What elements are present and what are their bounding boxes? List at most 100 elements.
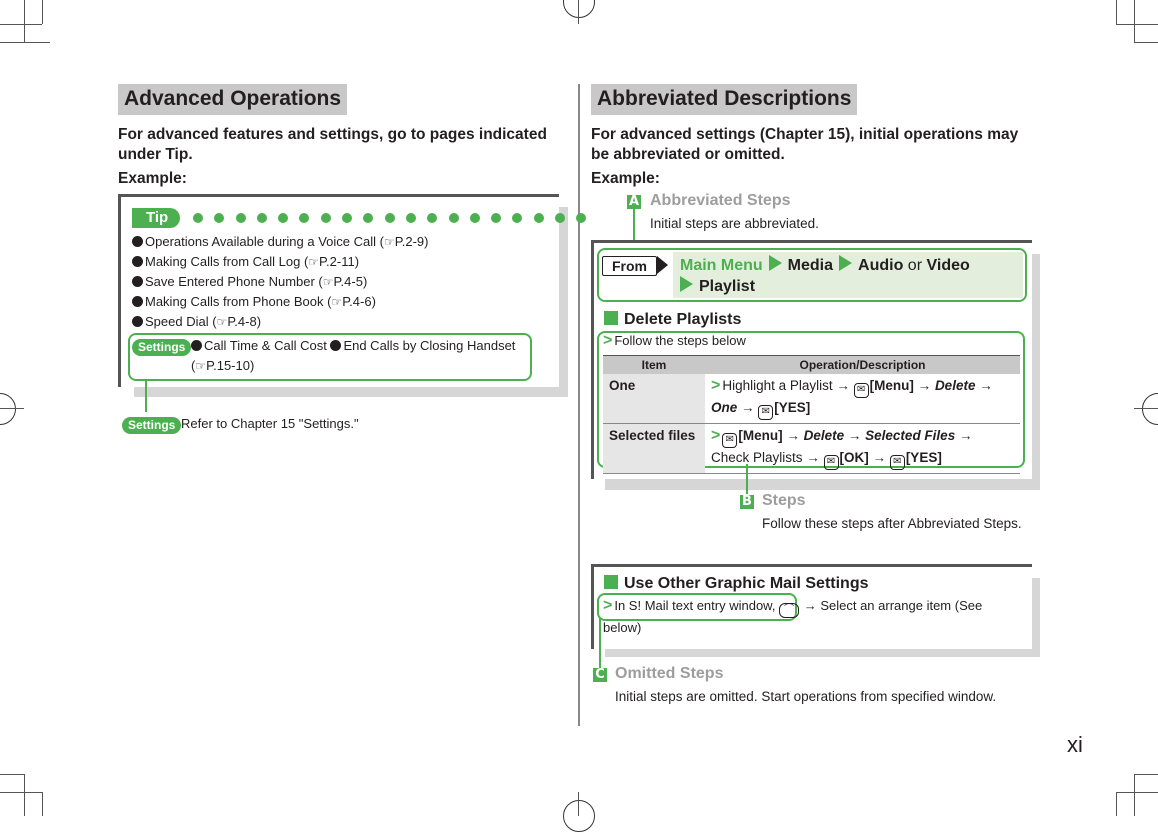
step-chevron-icon: > — [603, 597, 613, 614]
tip-item[interactable]: Operations Available during a Voice Call… — [132, 232, 552, 252]
pointing-hand-icon: ☞ — [308, 255, 320, 269]
settings-page-ref[interactable]: P.15-10 — [206, 358, 250, 373]
path-arrow-icon — [680, 276, 693, 292]
step-chevron-icon: > — [711, 377, 721, 394]
delete-playlists-heading: Delete Playlists — [604, 311, 741, 329]
settings-item[interactable]: Call Time & Call Cost — [204, 338, 327, 353]
tip-item[interactable]: Speed Dial (☞P.4-8) — [132, 312, 552, 332]
callout-b-title: Steps — [762, 492, 806, 509]
page-number: xi — [1067, 732, 1083, 757]
tip-label: Tip — [132, 208, 181, 228]
mail-key-icon: ✉ — [722, 433, 738, 448]
column-header-item: Item — [603, 355, 705, 374]
menu-path-playlist[interactable]: Playlist — [699, 278, 755, 295]
callout-b-marker: B — [740, 495, 754, 509]
from-arrow-icon — [657, 256, 668, 274]
pointing-hand-icon: ☞ — [216, 315, 228, 329]
row-item: One — [603, 374, 705, 424]
crop-mark — [42, 792, 44, 816]
callout-connector — [145, 380, 147, 412]
column-divider — [578, 84, 580, 726]
path-arrow-icon — [768, 255, 782, 271]
bullet-icon — [132, 296, 143, 307]
crop-mark — [0, 42, 50, 44]
crop-mark — [1116, 792, 1118, 816]
crop-mark — [0, 792, 42, 794]
column-header-operation: Operation/Description — [705, 355, 1020, 374]
left-example-label: Example: — [118, 170, 187, 187]
bullet-icon — [132, 256, 143, 267]
crop-mark — [1134, 0, 1136, 42]
table-row: Selected files > ✉ [Menu] → Delete → Selec… — [603, 423, 1020, 474]
crop-mark — [24, 774, 26, 816]
pointing-hand-icon: ☞ — [195, 359, 207, 373]
settings-badge: Settings — [132, 338, 192, 356]
follow-steps-text: > Follow the steps below — [603, 332, 746, 349]
graphic-mail-step: > In S! Mail text entry window, ⌒ → Selec… — [603, 597, 983, 635]
crop-mark — [0, 24, 42, 26]
crop-mark — [1134, 42, 1158, 44]
tip-item[interactable]: Making Calls from Call Log (☞P.2-11) — [132, 252, 552, 272]
menu-path-audio[interactable]: Audio — [858, 257, 903, 274]
operation-table: Item Operation/Description One > Highligh… — [603, 355, 1020, 474]
row-operation: > Highlight a Playlist → ✉ [Menu] → Delete… — [705, 374, 1020, 424]
table-header-row: Item Operation/Description — [603, 355, 1020, 374]
crop-mark — [1134, 774, 1158, 776]
from-label: From — [602, 256, 657, 276]
callout-a-marker: A — [627, 194, 641, 209]
menu-path-media[interactable]: Media — [788, 257, 833, 274]
call-key-icon: ⌒ — [779, 603, 800, 618]
right-example-label: Example: — [591, 170, 660, 187]
crop-mark — [24, 0, 26, 42]
section-title-abbreviated-descriptions: Abbreviated Descriptions — [591, 84, 858, 115]
menu-path-line2: Playlist — [674, 276, 755, 296]
bullet-icon — [132, 276, 143, 287]
square-bullet-icon — [604, 311, 618, 325]
pointing-hand-icon: ☞ — [322, 275, 334, 289]
settings-note-badge: Settings — [122, 416, 182, 434]
crop-mark — [0, 774, 24, 776]
registration-mark — [578, 0, 580, 24]
row-operation: > ✉ [Menu] → Delete → Selected Files → Che… — [705, 423, 1020, 474]
callout-b-desc: Follow these steps after Abbreviated Ste… — [762, 516, 1022, 531]
square-bullet-icon — [604, 575, 618, 589]
settings-note-text: Refer to Chapter 15 "Settings." — [181, 416, 359, 431]
crop-mark — [42, 0, 44, 24]
row-item: Selected files — [603, 423, 705, 474]
left-lead-text: For advanced features and settings, go t… — [118, 126, 547, 163]
tip-list: Operations Available during a Voice Call… — [132, 232, 552, 332]
crop-mark — [1116, 0, 1118, 24]
tip-item[interactable]: Save Entered Phone Number (☞P.4-5) — [132, 272, 552, 292]
bullet-icon — [191, 340, 202, 351]
mail-key-icon: ✉ — [889, 455, 905, 470]
callout-c-desc: Initial steps are omitted. Start operati… — [615, 689, 997, 704]
crop-mark — [1134, 774, 1136, 816]
crop-mark — [1116, 24, 1158, 26]
callout-connector — [599, 617, 601, 669]
pointing-hand-icon: ☞ — [383, 235, 395, 249]
mail-key-icon: ✉ — [853, 383, 869, 398]
callout-a-desc: Initial steps are abbreviated. — [650, 216, 819, 231]
pointing-hand-icon: ☞ — [331, 295, 343, 309]
tip-dot-rule — [193, 213, 587, 223]
registration-mark — [578, 792, 580, 816]
step-chevron-icon: > — [711, 427, 721, 444]
tip-item[interactable]: Making Calls from Phone Book (☞P.4-6) — [132, 292, 552, 312]
settings-items: Call Time & Call Cost End Calls by Closi… — [191, 338, 516, 373]
callout-a-title: Abbreviated Steps — [650, 192, 791, 209]
menu-path-video[interactable]: Video — [926, 257, 969, 274]
registration-mark — [0, 408, 24, 410]
graphic-mail-heading: Use Other Graphic Mail Settings — [604, 575, 869, 593]
callout-connector — [746, 464, 748, 494]
bullet-icon — [132, 316, 143, 327]
registration-mark — [1134, 408, 1158, 410]
bullet-icon — [132, 236, 143, 247]
step-chevron-icon: > — [603, 332, 613, 349]
mail-key-icon: ✉ — [823, 455, 839, 470]
menu-path: Main Menu Media Audio or Video — [680, 255, 970, 274]
settings-item[interactable]: End Calls by Closing Handset — [343, 338, 515, 353]
menu-path-main-menu[interactable]: Main Menu — [680, 257, 763, 274]
mail-key-icon: ✉ — [758, 405, 774, 420]
callout-c-marker: C — [593, 668, 607, 682]
path-arrow-icon — [839, 255, 853, 271]
